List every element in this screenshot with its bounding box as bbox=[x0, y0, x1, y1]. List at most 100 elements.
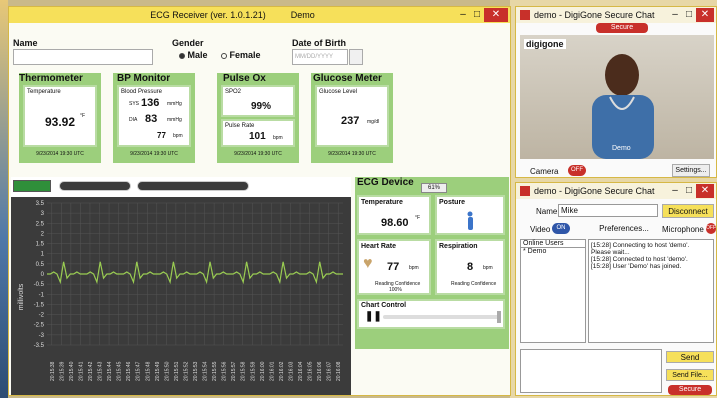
x-tick-label: 20:16:01 bbox=[269, 361, 275, 381]
bp-monitor-card: BP Monitor Blood Pressure SYS 136 mmHg D… bbox=[113, 73, 195, 163]
message-input[interactable] bbox=[520, 349, 662, 393]
x-tick-label: 20:16:06 bbox=[317, 361, 323, 381]
bpm-unit: bpm bbox=[483, 265, 493, 271]
maximize-button[interactable]: □ bbox=[682, 184, 696, 198]
user-item[interactable]: * Demo bbox=[521, 248, 585, 255]
secure-chat-window: demo - DigiGone Secure Chat – □ ✕ Name: … bbox=[515, 182, 717, 396]
close-button[interactable]: ✕ bbox=[696, 184, 714, 198]
maximize-button[interactable]: □ bbox=[470, 8, 484, 22]
x-tick-label: 20:15:39 bbox=[59, 361, 65, 381]
y-tick-label: -3 bbox=[39, 333, 45, 339]
y-tick-label: -1.5 bbox=[34, 302, 45, 308]
diastolic-value: 83 bbox=[145, 113, 158, 125]
gender-male-radio[interactable]: Male bbox=[179, 50, 208, 60]
minimize-button[interactable]: – bbox=[456, 8, 470, 22]
microphone-toggle[interactable]: OFF bbox=[706, 223, 716, 234]
maximize-button[interactable]: □ bbox=[682, 8, 696, 22]
close-button[interactable]: ✕ bbox=[484, 8, 508, 22]
ecg-device-panel: ECG Device 61% Temperature 98.60 °F Post… bbox=[355, 177, 509, 349]
name-label: Name: bbox=[536, 207, 560, 216]
video-label: Video bbox=[530, 225, 551, 234]
dob-label: Date of Birth bbox=[292, 38, 346, 48]
slider-thumb[interactable] bbox=[497, 311, 501, 323]
start-button[interactable] bbox=[13, 180, 51, 192]
reading-confidence-value: 100% bbox=[389, 287, 402, 293]
chart-control-label: Chart Control bbox=[361, 302, 407, 309]
pulse-rate-label: Pulse Rate bbox=[225, 123, 255, 129]
ecg-device-title: ECG Device bbox=[357, 177, 414, 188]
device-temperature-panel: Temperature 98.60 °F bbox=[357, 195, 431, 235]
respiration-value: 8 bbox=[467, 261, 474, 273]
gain-options[interactable] bbox=[137, 181, 249, 191]
window-title: ECG Receiver (ver. 1.0.1.21) Demo bbox=[150, 10, 315, 20]
mmhg-unit: mmHg bbox=[167, 101, 182, 107]
heart-rate-label: Heart Rate bbox=[361, 243, 397, 250]
ecg-receiver-window: ECG Receiver (ver. 1.0.1.21) Demo – □ ✕ … bbox=[8, 6, 511, 396]
card-title: Thermometer bbox=[19, 73, 83, 84]
caller-video-image bbox=[592, 54, 654, 159]
calendar-icon[interactable] bbox=[349, 49, 363, 65]
device-temp-unit: °F bbox=[415, 215, 421, 221]
y-axis-label: millivolts bbox=[18, 283, 25, 310]
x-tick-label: 20:15:53 bbox=[193, 361, 199, 381]
video-window-title: demo - DigiGone Secure Chat bbox=[534, 10, 655, 20]
x-tick-label: 20:16:03 bbox=[288, 361, 294, 381]
secure-badge: Secure bbox=[596, 23, 648, 33]
y-tick-label: 2 bbox=[41, 231, 45, 237]
x-tick-label: 20:15:46 bbox=[126, 361, 132, 381]
timestamp: 9/23/2014 19:30 UTC bbox=[130, 151, 178, 157]
device-temp-value: 98.60 bbox=[381, 217, 409, 229]
chat-name-field[interactable]: Mike bbox=[558, 204, 658, 217]
x-tick-label: 20:15:43 bbox=[98, 361, 104, 381]
temperature-unit: °F bbox=[80, 113, 86, 119]
chart-scroll-slider[interactable] bbox=[383, 315, 499, 319]
glucose-panel: Glucose Level 237 mg/dl bbox=[315, 85, 389, 147]
x-tick-label: 20:16:08 bbox=[336, 361, 342, 381]
secure-badge: Secure bbox=[668, 385, 712, 395]
pause-icon[interactable]: ❚❚ bbox=[365, 311, 382, 322]
preferences-button[interactable]: Preferences... bbox=[594, 223, 654, 235]
blood-pressure-panel: Blood Pressure SYS 136 mmHg DIA 83 mmHg … bbox=[117, 85, 191, 147]
gender-female-radio[interactable]: Female bbox=[221, 50, 261, 60]
y-tick-label: -3.5 bbox=[34, 343, 45, 349]
demo-label: Demo bbox=[290, 10, 315, 20]
heart-rate-panel: Heart Rate ♥ 77 bpm Reading Confidence 1… bbox=[357, 239, 431, 295]
x-tick-label: 20:15:41 bbox=[78, 361, 84, 381]
name-field[interactable] bbox=[13, 49, 153, 65]
y-tick-label: 2.5 bbox=[36, 221, 45, 227]
heart-icon: ♥ bbox=[363, 255, 373, 272]
x-tick-label: 20:16:02 bbox=[279, 361, 285, 381]
camera-toggle[interactable]: OFF bbox=[568, 165, 586, 176]
x-tick-label: 20:15:50 bbox=[164, 361, 170, 381]
posture-panel: Posture bbox=[435, 195, 505, 235]
dob-field[interactable]: MM/DD/YYYY bbox=[292, 49, 348, 65]
send-button[interactable]: Send bbox=[666, 351, 714, 363]
bpm-unit: bpm bbox=[173, 133, 183, 139]
x-tick-label: 20:15:44 bbox=[107, 361, 113, 381]
mmhg-unit: mmHg bbox=[167, 117, 182, 123]
x-tick-label: 20:15:49 bbox=[155, 361, 161, 381]
y-tick-label: 1.5 bbox=[36, 242, 45, 248]
ecg-titlebar: ECG Receiver (ver. 1.0.1.21) Demo – □ ✕ bbox=[9, 7, 510, 23]
minimize-button[interactable]: – bbox=[668, 8, 682, 22]
close-button[interactable]: ✕ bbox=[696, 8, 714, 22]
posture-icon bbox=[467, 211, 473, 230]
send-file-button[interactable]: Send File... bbox=[666, 369, 714, 381]
disconnect-button[interactable]: Disconnect bbox=[662, 204, 714, 218]
glucose-value: 237 bbox=[341, 115, 360, 127]
respiration-label: Respiration bbox=[439, 243, 478, 250]
chart-control-panel: Chart Control ❚❚ bbox=[357, 299, 505, 329]
speed-options[interactable] bbox=[59, 181, 131, 191]
chat-message: [15:28] User 'Demo' has joined. bbox=[591, 263, 682, 270]
video-feed: digigone Demo bbox=[520, 35, 714, 159]
video-toggle[interactable]: ON bbox=[552, 223, 570, 234]
y-tick-label: -1 bbox=[39, 292, 45, 298]
minimize-button[interactable]: – bbox=[668, 184, 682, 198]
pulse-rate-value: 101 bbox=[249, 131, 266, 142]
sys-label: SYS bbox=[129, 101, 140, 107]
settings-button[interactable]: Settings... bbox=[672, 164, 710, 177]
chat-log: [15:28] Connecting to host 'demo'. Pleas… bbox=[588, 239, 714, 343]
desktop-background bbox=[0, 0, 8, 398]
ecg-chart-panel: 3.5 3 2.5 2 1.5 1 0.5 0 -0.5 -1 -1.5 -2 -2.5 -3 -3.5 2… bbox=[11, 177, 351, 395]
card-title: Pulse Ox bbox=[223, 73, 266, 84]
